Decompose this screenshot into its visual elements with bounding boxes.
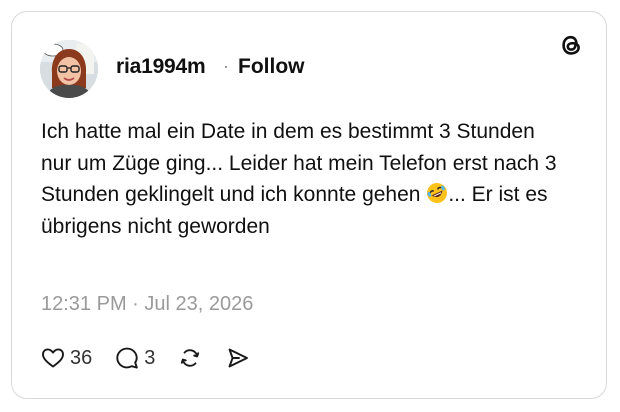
like-button[interactable]: 36 bbox=[40, 345, 92, 371]
username[interactable]: ria1994m bbox=[116, 55, 206, 79]
rolling-on-floor-laughing-emoji bbox=[427, 183, 448, 203]
post-body: Ich hatte mal ein Date in dem es bestimm… bbox=[41, 116, 561, 242]
avatar-image bbox=[40, 40, 98, 98]
follow-button[interactable]: Follow bbox=[238, 55, 305, 79]
separator-dot: · bbox=[223, 56, 229, 76]
reply-button[interactable]: 3 bbox=[114, 345, 155, 371]
share-button[interactable] bbox=[225, 345, 251, 371]
repost-icon bbox=[181, 349, 200, 367]
threads-logo-icon[interactable] bbox=[557, 31, 585, 59]
comment-icon bbox=[116, 347, 138, 369]
post-timestamp[interactable]: 12:31 PM · Jul 23, 2026 bbox=[41, 293, 253, 316]
heart-icon bbox=[42, 348, 64, 368]
repost-button[interactable] bbox=[177, 345, 203, 371]
likes-count: 36 bbox=[70, 346, 93, 369]
share-icon bbox=[228, 348, 249, 368]
replies-count: 3 bbox=[144, 346, 156, 369]
avatar[interactable] bbox=[40, 40, 98, 98]
action-bar: 36 3 bbox=[40, 344, 251, 372]
